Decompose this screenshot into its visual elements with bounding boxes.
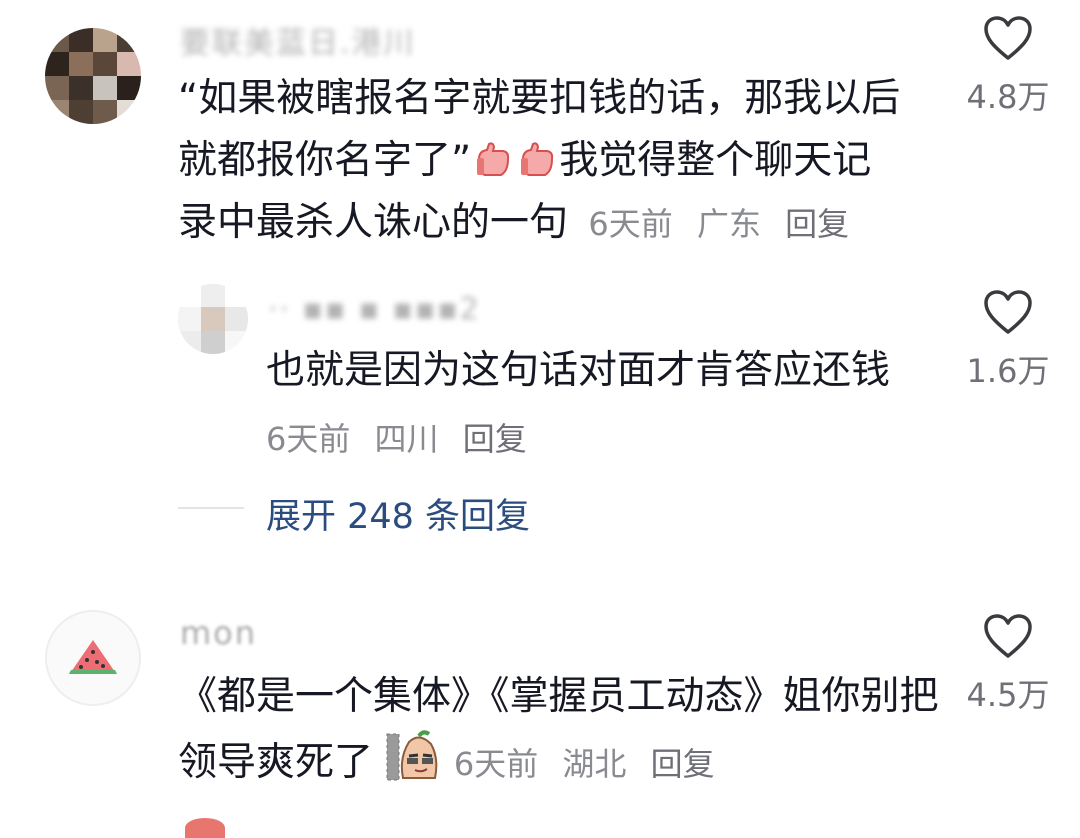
comment-text: “如果被瞎报名字就要扣钱的话，那我以后 就都报你名字了” 我觉得整个聊天记 录中… bbox=[178, 68, 928, 255]
comment-time: 6天前 bbox=[453, 745, 539, 783]
next-avatar-partial bbox=[185, 818, 225, 838]
comment-location: 广东 bbox=[696, 205, 761, 243]
reply-text: 也就是因为这句话对面才肯答应还钱 bbox=[266, 348, 891, 393]
reply-avatar[interactable] bbox=[178, 284, 248, 354]
heart-outline-icon[interactable] bbox=[983, 614, 1033, 660]
like-button[interactable]: 1.6万 bbox=[953, 290, 1063, 392]
pixelated-avatar bbox=[178, 284, 248, 354]
reply-meta: 6天前 四川 回复 bbox=[266, 414, 541, 460]
like-button[interactable]: 4.5万 bbox=[953, 614, 1063, 716]
reply-username[interactable]: ·· ▪▪ ▪ ▪▪▪2 bbox=[268, 292, 481, 327]
comment-line: 领导爽死了 6天前 湖北 回复 bbox=[178, 728, 938, 801]
username[interactable]: mon bbox=[180, 614, 257, 652]
comment-text: 《都是一个集体》《掌握员工动态》姐你别把 领导爽死了 6天前 湖北 回复 bbox=[178, 666, 939, 801]
avatar[interactable] bbox=[45, 28, 141, 124]
comment-fragment: 领导爽死了 bbox=[178, 740, 374, 785]
reply-button[interactable]: 回复 bbox=[785, 205, 849, 243]
comment-line: 录中最杀人诛心的一句 6天前 广东 回复 bbox=[178, 192, 928, 255]
comment-time: 6天前 bbox=[588, 205, 673, 243]
comment-location: 四川 bbox=[374, 420, 439, 458]
reply-button[interactable]: 回复 bbox=[463, 420, 527, 458]
heart-outline-icon[interactable] bbox=[983, 16, 1033, 62]
username[interactable]: 要联美蓝日.港川 bbox=[180, 18, 416, 62]
like-count: 4.5万 bbox=[966, 676, 1050, 714]
watermelon-icon bbox=[69, 640, 117, 674]
comment-fragment: 就都报你名字了” bbox=[178, 138, 472, 183]
comment-meta: 6天前 广东 回复 bbox=[588, 205, 863, 243]
divider bbox=[178, 507, 244, 509]
thumbs-up-emoji bbox=[473, 136, 513, 176]
heart-outline-icon[interactable] bbox=[983, 290, 1033, 336]
comment-line: “如果被瞎报名字就要扣钱的话，那我以后 bbox=[178, 76, 901, 121]
expand-replies-button[interactable]: 展开 248 条回复 bbox=[266, 488, 530, 539]
comment-line: 就都报你名字了” 我觉得整个聊天记 bbox=[178, 130, 928, 192]
like-count: 4.8万 bbox=[966, 78, 1050, 116]
like-count: 1.6万 bbox=[966, 352, 1050, 390]
smirk-sticker bbox=[385, 728, 441, 801]
comment-time: 6天前 bbox=[266, 420, 351, 458]
pixelated-avatar bbox=[45, 28, 141, 124]
reply-button[interactable]: 回复 bbox=[651, 745, 715, 783]
thumbs-up-emoji bbox=[517, 136, 557, 176]
comment-meta: 6天前 湖北 回复 bbox=[454, 745, 729, 783]
comment-line: 《都是一个集体》《掌握员工动态》姐你别把 bbox=[178, 674, 939, 719]
comment-location: 湖北 bbox=[562, 745, 627, 783]
comment-fragment: 录中最杀人诛心的一句 bbox=[178, 200, 569, 245]
avatar[interactable] bbox=[45, 610, 141, 706]
comment-fragment: 我觉得整个聊天记 bbox=[559, 138, 872, 183]
like-button[interactable]: 4.8万 bbox=[953, 16, 1063, 118]
